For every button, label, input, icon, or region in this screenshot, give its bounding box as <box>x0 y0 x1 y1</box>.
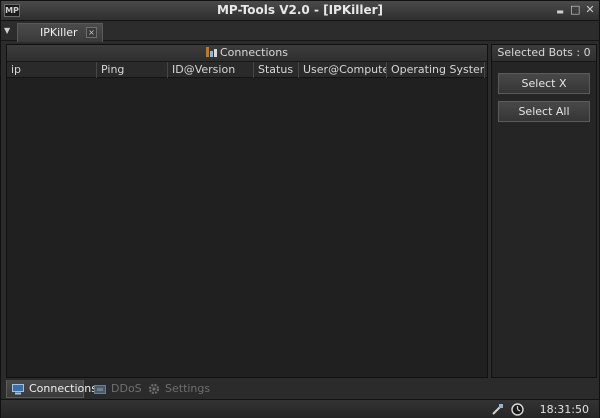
tab-settings[interactable]: Settings <box>143 380 210 398</box>
clock-icon <box>511 403 524 416</box>
column-header-ip[interactable]: ip <box>7 62 97 78</box>
maximize-button[interactable]: □ <box>570 4 580 16</box>
connections-bars-icon <box>206 47 217 57</box>
status-bar: 18:31:50 <box>1 399 599 418</box>
table-header: ip Ping ID@Version Status User@Computer … <box>7 62 487 78</box>
tab-ddos-label: DDoS <box>111 382 142 395</box>
close-button[interactable]: ✕ <box>585 4 595 16</box>
column-header-status[interactable]: Status <box>254 62 299 78</box>
tab-menu-icon[interactable]: ▼ <box>4 26 14 36</box>
connections-panel-header: Connections <box>7 45 487 62</box>
column-header-ping[interactable]: Ping <box>97 62 168 78</box>
header-scroll-gap <box>485 62 487 77</box>
connections-panel: Connections ip Ping ID@Version Status Us… <box>6 44 488 378</box>
tab-label: IPKiller <box>40 26 78 39</box>
bottom-tab-bar: Connections DDoS Settings <box>1 379 599 399</box>
tab-ipkiller[interactable]: IPKiller × <box>17 23 103 42</box>
ddos-icon <box>94 383 106 394</box>
column-header-user-computer[interactable]: User@Computer <box>299 62 387 78</box>
document-tab-bar: ▼ IPKiller × <box>1 22 599 42</box>
connections-panel-title: Connections <box>220 46 288 59</box>
tab-connections[interactable]: Connections <box>6 380 97 398</box>
window-title: MP-Tools V2.0 - [IPKiller] <box>216 3 384 17</box>
minimize-button[interactable]: ▬ <box>555 4 565 16</box>
connections-icon <box>12 383 24 395</box>
select-all-button[interactable]: Select All <box>498 101 590 122</box>
title-bar[interactable]: MP MP-Tools V2.0 - [IPKiller] ▬ □ ✕ <box>1 1 599 21</box>
plug-icon[interactable] <box>491 403 504 416</box>
selected-bots-panel: Selected Bots : 0 Select X Select All <box>491 44 597 378</box>
gear-icon <box>148 383 160 395</box>
select-x-button[interactable]: Select X <box>498 73 590 94</box>
tab-connections-label: Connections <box>29 382 97 395</box>
tab-settings-label: Settings <box>165 382 211 395</box>
tab-ddos[interactable]: DDoS <box>89 380 142 398</box>
connections-table-body[interactable] <box>7 78 487 377</box>
column-header-operating-system[interactable]: Operating System <box>387 62 485 78</box>
app-window: MP MP-Tools V2.0 - [IPKiller] ▬ □ ✕ ▼ IP… <box>0 0 600 418</box>
tab-close-icon[interactable]: × <box>86 27 97 38</box>
status-time: 18:31:50 <box>539 403 589 416</box>
column-header-id-version[interactable]: ID@Version <box>168 62 254 78</box>
selected-bots-count: Selected Bots : 0 <box>492 45 596 62</box>
